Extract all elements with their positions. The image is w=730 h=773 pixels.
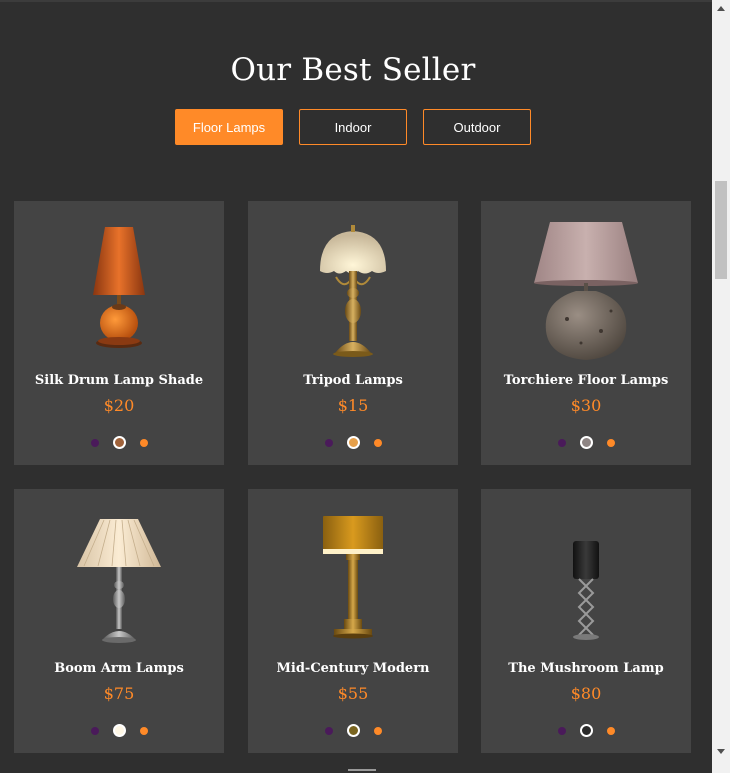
product-price: $20 [103, 396, 135, 415]
swatch-purple[interactable] [557, 438, 566, 447]
product-card[interactable]: Torchiere Floor Lamps $30 [481, 201, 691, 465]
vertical-scrollbar[interactable] [712, 0, 730, 773]
product-card[interactable]: The Mushroom Lamp $80 [481, 489, 691, 753]
product-price: $80 [570, 684, 602, 703]
swatch-orange[interactable] [606, 726, 615, 735]
orange-cone-lamp-image[interactable] [14, 219, 224, 367]
category-tabs: Floor Lamps Indoor Outdoor [0, 109, 706, 145]
product-name[interactable]: Boom Arm Lamps [14, 661, 224, 676]
product-card[interactable]: Silk Drum Lamp Shade $20 [14, 201, 224, 465]
product-name[interactable]: Tripod Lamps [248, 373, 458, 388]
product-card[interactable]: Mid-Century Modern $55 [248, 489, 458, 753]
swatch-orange[interactable] [139, 438, 148, 447]
product-price: $55 [337, 684, 369, 703]
color-swatches [14, 724, 224, 737]
scrollbar-thumb[interactable] [715, 181, 727, 279]
black-shade-lamp-image[interactable] [481, 507, 691, 655]
color-swatches [14, 436, 224, 449]
swatch-selected[interactable] [579, 724, 593, 737]
swatch-selected[interactable] [579, 436, 593, 449]
scroll-handle[interactable] [348, 769, 376, 771]
product-name[interactable]: Silk Drum Lamp Shade [14, 373, 224, 388]
tab-indoor[interactable]: Indoor [299, 109, 407, 145]
horizontal-scroll-indicator [0, 764, 712, 773]
product-name[interactable]: Torchiere Floor Lamps [481, 373, 691, 388]
stone-pot-lamp-image[interactable] [481, 219, 691, 367]
swatch-purple[interactable] [324, 726, 333, 735]
swatch-selected[interactable] [346, 436, 360, 449]
brass-dome-lamp-image[interactable] [248, 219, 458, 367]
swatch-orange[interactable] [373, 726, 382, 735]
product-price: $30 [570, 396, 602, 415]
top-border [0, 0, 712, 2]
swatch-orange[interactable] [139, 726, 148, 735]
swatch-selected[interactable] [346, 724, 360, 737]
gold-drum-lamp-image[interactable] [248, 507, 458, 655]
swatch-purple[interactable] [90, 726, 99, 735]
product-name[interactable]: The Mushroom Lamp [481, 661, 691, 676]
product-card[interactable]: Tripod Lamps $15 [248, 201, 458, 465]
tab-floor-lamps[interactable]: Floor Lamps [175, 109, 283, 145]
swatch-orange[interactable] [606, 438, 615, 447]
tab-outdoor[interactable]: Outdoor [423, 109, 531, 145]
color-swatches [481, 436, 691, 449]
color-swatches [248, 436, 458, 449]
swatch-purple[interactable] [324, 438, 333, 447]
scroll-up-icon[interactable] [717, 6, 725, 11]
pleated-shade-lamp-image[interactable] [14, 507, 224, 655]
swatch-purple[interactable] [557, 726, 566, 735]
scroll-down-icon[interactable] [717, 749, 725, 754]
swatch-orange[interactable] [373, 438, 382, 447]
product-price: $75 [103, 684, 135, 703]
product-name[interactable]: Mid-Century Modern [248, 661, 458, 676]
swatch-purple[interactable] [90, 438, 99, 447]
color-swatches [248, 724, 458, 737]
product-price: $15 [337, 396, 369, 415]
color-swatches [481, 724, 691, 737]
section-title: Our Best Seller [230, 52, 476, 88]
swatch-selected[interactable] [112, 436, 126, 449]
swatch-selected[interactable] [112, 724, 126, 737]
product-card[interactable]: Boom Arm Lamps $75 [14, 489, 224, 753]
